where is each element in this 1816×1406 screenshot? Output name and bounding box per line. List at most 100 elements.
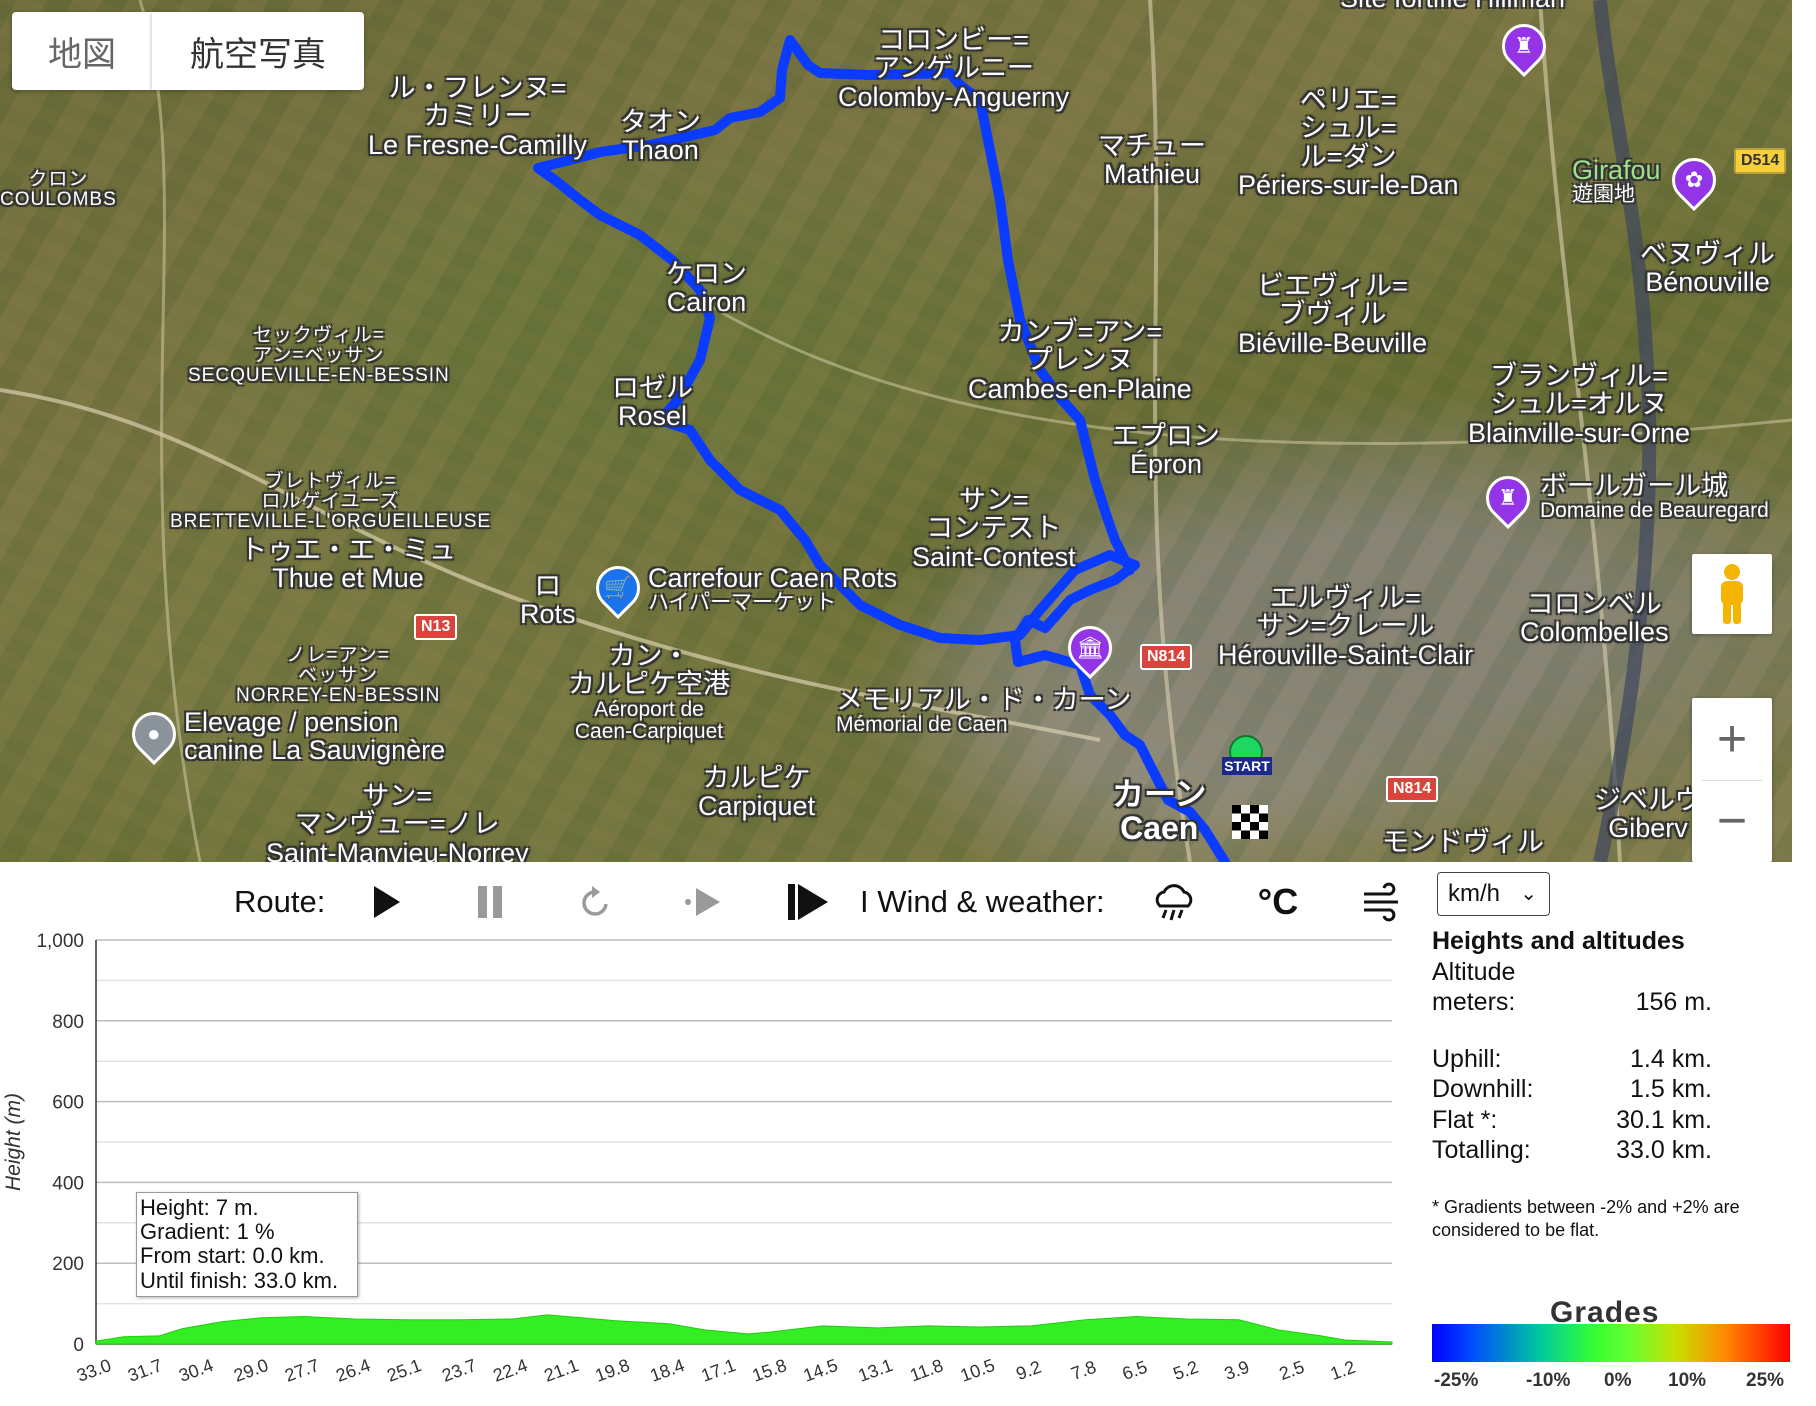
- tooltip-gradient: Gradient: 1 %: [140, 1219, 275, 1245]
- road-shield: N814: [1140, 644, 1193, 670]
- place-label: タオン Thaon: [620, 107, 701, 166]
- step-icon[interactable]: [678, 882, 726, 922]
- stat-label: Totalling:: [1432, 1136, 1531, 1164]
- stat-row-uphill: Uphill: 1.4 km.: [1432, 1044, 1712, 1075]
- y-tick-label: 0: [73, 1335, 84, 1356]
- place-label: サン= コンテスト Saint-Contest: [912, 485, 1076, 572]
- x-tick-label: 26.4: [333, 1355, 373, 1386]
- x-tick-label: 27.7: [282, 1355, 322, 1386]
- start-marker[interactable]: START: [1222, 735, 1272, 775]
- place-label: ビエヴィル= ブヴィル Biéville-Beuville: [1238, 271, 1428, 358]
- x-tick-label: 15.8: [750, 1355, 790, 1386]
- stat-value: 1.5 km.: [1630, 1075, 1712, 1103]
- elevation-chart[interactable]: 1,000 800 600 400 200 0 Height (m) 33.0 31.7 30.4…: [0, 930, 1420, 1406]
- place-label: ケロン Cairon: [666, 259, 747, 318]
- altitude-label: Altitude: [1432, 957, 1516, 986]
- stat-label: Flat *:: [1432, 1105, 1498, 1134]
- place-label: サン= マンヴュー=ノレ Saint-Manvieu-Norrey: [266, 781, 529, 862]
- place-label: カンブ=アン= プレンヌ Cambes-en-Plaine: [968, 317, 1192, 404]
- x-tick-label: 3.9: [1222, 1357, 1252, 1384]
- stat-label: Downhill:: [1432, 1075, 1534, 1103]
- road-shield: D514: [1734, 148, 1787, 174]
- wind-weather-label: I Wind & weather:: [860, 884, 1105, 919]
- zoom-out-button[interactable]: −: [1692, 781, 1772, 863]
- speed-unit-select[interactable]: km/h ⌄: [1437, 872, 1550, 916]
- x-tick-label: 1.2: [1328, 1357, 1358, 1384]
- elevation-chart-svg: 1,000 800 600 400 200 0 Height (m) 33.0 31.7 30.4…: [2, 931, 1393, 1386]
- x-tick-label: 9.2: [1013, 1357, 1043, 1384]
- place-label: カン・ カルピケ空港 Aéroport de Caen-Carpiquet: [568, 641, 730, 743]
- y-tick-label: 200: [52, 1254, 84, 1275]
- x-tick-label: 25.1: [384, 1355, 424, 1386]
- x-tick-label: 13.1: [856, 1355, 896, 1386]
- map-view[interactable]: START 地図 航空写真 ル・フレンヌ= カミリー Le Fresne-Cami…: [0, 0, 1792, 862]
- replay-icon[interactable]: [572, 882, 620, 922]
- place-label: コロンベル Colombelles: [1520, 589, 1669, 648]
- svg-text:START: START: [1224, 758, 1270, 774]
- y-tick-label: 1,000: [36, 931, 84, 952]
- x-tick-label: 21.1: [541, 1355, 581, 1386]
- road-shield: N13: [414, 614, 458, 640]
- place-label: トゥエ・エ・ミュ Thue et Mue: [240, 535, 456, 594]
- place-label: クロン COULOMBS: [0, 169, 117, 210]
- grades-tick: -25%: [1434, 1370, 1479, 1391]
- x-tick-label: 5.2: [1171, 1357, 1201, 1384]
- x-tick-label: 2.5: [1277, 1357, 1307, 1384]
- y-tick-label: 400: [52, 1173, 84, 1194]
- tooltip-height: Height: 7 m.: [140, 1195, 259, 1220]
- grades-tick: 10%: [1668, 1370, 1707, 1391]
- place-label: ブレトヴィル= ロルゲイユーズ BRETTEVILLE-L'ORGUEILLEUS…: [170, 471, 492, 532]
- place-label: セックヴィル= アン=ベッサン SECQUEVILLE-EN-BESSIN: [188, 325, 450, 386]
- stat-value: 30.1 km.: [1616, 1105, 1712, 1134]
- road-shield: N814: [1386, 776, 1439, 802]
- y-axis-label: Height (m): [2, 1093, 25, 1191]
- x-tick-label: 23.7: [439, 1355, 479, 1386]
- speed-unit-value: km/h: [1448, 880, 1501, 907]
- x-tick-label: 22.4: [490, 1355, 530, 1386]
- rain-icon[interactable]: [1150, 882, 1198, 922]
- altitude-value: 156 m.: [1635, 988, 1712, 1016]
- place-label: エプロン Épron: [1112, 421, 1220, 480]
- chevron-down-icon: ⌄: [1520, 883, 1537, 905]
- grades-tick: 25%: [1746, 1370, 1785, 1391]
- route-label: Route:: [234, 884, 326, 919]
- stat-row-downhill: Downhill: 1.5 km.: [1432, 1074, 1712, 1105]
- elevation-area: [95, 1314, 1393, 1345]
- x-tick-label: 17.1: [698, 1355, 738, 1386]
- zoom-in-button[interactable]: +: [1692, 698, 1772, 780]
- x-tick-label: 30.4: [176, 1355, 216, 1386]
- poi-label: Girafou 遊園地: [1572, 155, 1661, 207]
- grades-tick: 0%: [1604, 1370, 1632, 1391]
- chart-tooltip: Height: 7 m. Gradient: 1 % From start: 0…: [136, 1192, 358, 1297]
- skip-end-icon[interactable]: [784, 882, 832, 922]
- altitude-row: meters: 156 m.: [1432, 987, 1712, 1018]
- pause-icon[interactable]: [466, 882, 514, 922]
- x-tick-label: 18.4: [647, 1355, 687, 1386]
- place-label: ブランヴィル= シュル=オルヌ Blainville-sur-Orne: [1468, 361, 1691, 448]
- stat-value: 33.0 km.: [1616, 1136, 1712, 1164]
- altitude-label-2: meters:: [1432, 988, 1516, 1016]
- x-tick-label: 6.5: [1119, 1357, 1149, 1384]
- place-label: コロンビー= アンゲルニー Colomby-Anguerny: [838, 25, 1070, 112]
- stat-label: Uphill:: [1432, 1044, 1502, 1073]
- play-icon[interactable]: [362, 882, 410, 922]
- poi-label: メモリアル・ド・カーン Mémorial de Caen: [836, 685, 1132, 737]
- x-tick-label: 7.8: [1068, 1357, 1098, 1384]
- celsius-icon[interactable]: °C: [1254, 881, 1302, 922]
- place-label: エルヴィル= サン=クレール Hérouville-Saint-Clair: [1218, 583, 1474, 670]
- y-tick-label: 600: [52, 1093, 84, 1114]
- street-view-pegman-icon[interactable]: [1692, 554, 1772, 634]
- map-type-satellite-tab[interactable]: 航空写真: [152, 12, 364, 90]
- stat-row-total: Totalling: 33.0 km.: [1432, 1135, 1712, 1166]
- x-tick-label: 10.5: [958, 1355, 998, 1386]
- y-tick-label: 800: [52, 1012, 84, 1033]
- place-label: ジベルヴ Giberv: [1594, 785, 1702, 844]
- map-type-map-tab[interactable]: 地図: [12, 12, 152, 90]
- x-tick-label: 14.5: [801, 1355, 841, 1386]
- poi-label: Site fortifié Hillman: [1340, 0, 1565, 12]
- place-label: カルピケ Carpiquet: [698, 763, 816, 822]
- place-label: マチュー Mathieu: [1098, 131, 1206, 190]
- place-label: ロゼル Rosel: [612, 373, 693, 432]
- wind-icon[interactable]: [1358, 882, 1406, 922]
- poi-label: Elevage / pension canine La Sauvignère: [184, 707, 446, 766]
